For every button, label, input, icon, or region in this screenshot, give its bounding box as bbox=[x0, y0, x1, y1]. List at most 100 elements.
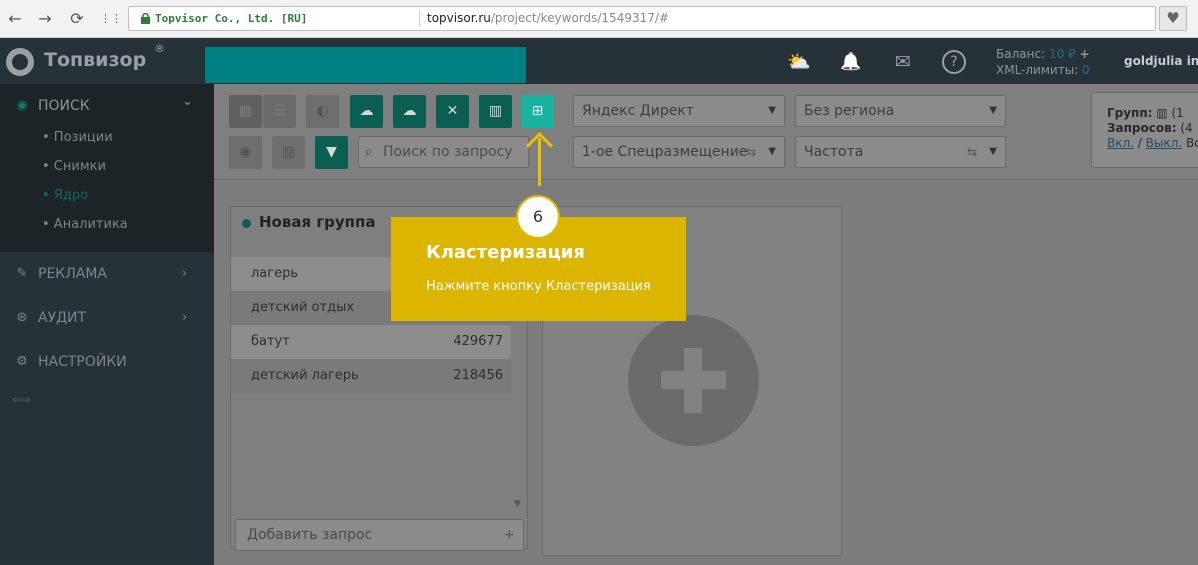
gear-icon: ⚙ bbox=[16, 354, 28, 369]
chevron-down-icon: ▼ bbox=[768, 146, 776, 157]
frequency-cell: 218456 bbox=[453, 368, 503, 383]
balance-add-icon[interactable]: + bbox=[1079, 47, 1089, 61]
groups-label: Групп: bbox=[1107, 106, 1153, 120]
sidebar-item-audit[interactable]: ⊛ АУДИТ › bbox=[0, 302, 214, 334]
queries-value: (4 bbox=[1180, 121, 1193, 135]
eye-icon: ◉ bbox=[16, 98, 28, 113]
refresh-icon: ⇆ bbox=[745, 145, 756, 159]
sidebar-sub-analytics[interactable]: • Аналитика bbox=[42, 217, 128, 232]
sidebar-item-settings[interactable]: ⚙ НАСТРОЙКИ bbox=[0, 346, 214, 378]
header-banner bbox=[205, 47, 526, 83]
app-root: ← → ⟳ ⋮⋮ Topvisor Co., Ltd. [RU] topviso… bbox=[0, 0, 1198, 565]
url-text: topvisor.ru/project/keywords/1549317/# bbox=[427, 7, 669, 30]
xml-value[interactable]: 0 bbox=[1082, 63, 1090, 77]
cloud-upload-icon[interactable]: ☁ bbox=[350, 95, 383, 128]
enable-all-link[interactable]: Вкл. bbox=[1107, 136, 1134, 150]
disable-all-link[interactable]: Выкл. bbox=[1146, 136, 1182, 150]
plus-vertical bbox=[684, 348, 702, 413]
sidebar-item-ads[interactable]: ✎ РЕКЛАМА › bbox=[0, 258, 214, 290]
sidebar-sub-core[interactable]: • Ядро bbox=[42, 188, 88, 203]
weather-icon[interactable]: ⛅ bbox=[786, 50, 812, 74]
bar-chart-icon: ▥ bbox=[1156, 106, 1168, 120]
chevron-down-icon: ▼ bbox=[768, 105, 776, 116]
address-bar[interactable]: Topvisor Co., Ltd. [RU] topvisor.ru/proj… bbox=[128, 6, 1156, 31]
list-view-icon[interactable]: ☰ bbox=[263, 95, 296, 128]
bell-icon[interactable]: 🔔 bbox=[838, 50, 864, 74]
reload-icon[interactable]: ⟳ bbox=[66, 8, 88, 30]
sidebar-sub-positions[interactable]: • Позиции bbox=[42, 130, 113, 145]
group-title[interactable]: Новая группа bbox=[259, 213, 376, 231]
frequency-cell: 429677 bbox=[453, 334, 503, 349]
engine-value: Яндекс Директ bbox=[582, 103, 694, 119]
toggle-icon[interactable]: ◐ bbox=[306, 95, 339, 128]
lock-icon bbox=[141, 13, 150, 24]
balance-value[interactable]: 10 ₽ bbox=[1049, 47, 1076, 61]
add-group-plus-icon[interactable] bbox=[628, 315, 759, 446]
mail-icon[interactable]: ✉ bbox=[890, 50, 916, 74]
region-value: Без региона bbox=[804, 103, 895, 119]
scroll-down-icon[interactable]: ▼ bbox=[514, 499, 521, 509]
help-icon[interactable]: ? bbox=[942, 50, 966, 74]
lifebuoy-icon: ⊛ bbox=[16, 310, 28, 325]
groups-value: (1 bbox=[1171, 106, 1184, 120]
search-icon: ⌕ bbox=[365, 144, 373, 160]
metric-value: Частота bbox=[804, 144, 864, 160]
add-query-input[interactable]: Добавить запрос + bbox=[235, 519, 524, 551]
search-placeholder: Поиск по запросу bbox=[383, 144, 513, 160]
logo-text: Топвизор bbox=[44, 49, 147, 71]
refresh-icon: ⇆ bbox=[966, 145, 977, 159]
sidebar-collapse-icon[interactable]: ⟺ bbox=[12, 393, 31, 408]
grid-view-icon[interactable]: ▦ bbox=[229, 95, 262, 128]
balance-panel: Баланс: 10 ₽ + XML-лимиты: 0 bbox=[996, 46, 1090, 78]
chevron-down-icon: ▼ bbox=[989, 146, 997, 157]
back-icon[interactable]: ← bbox=[4, 8, 26, 30]
sidebar-item-search[interactable]: ◉ ПОИСК ⌄ bbox=[0, 90, 214, 122]
url-host: topvisor.ru bbox=[427, 11, 491, 25]
favorite-icon[interactable]: ♥ bbox=[1159, 6, 1187, 31]
position-select[interactable]: 1-ое Спецразмещение ⇆ ▼ bbox=[573, 136, 785, 168]
chart-icon[interactable]: ▥ bbox=[479, 95, 512, 128]
browser-toolbar: ← → ⟳ ⋮⋮ Topvisor Co., Ltd. [RU] topviso… bbox=[0, 0, 1198, 38]
table-row[interactable]: детский лагерь 218456 bbox=[231, 359, 511, 393]
user-name[interactable]: goldjulia inbo bbox=[1124, 54, 1198, 68]
tutorial-text: Нажмите кнопку Кластеризация bbox=[426, 279, 651, 294]
sidebar-section-search: ◉ ПОИСК ⌄ • Позиции • Снимки • Ядро • Ан… bbox=[0, 84, 214, 252]
summary-panel: Групп: ▥ (1 Запросов: (4 Вкл. / Выкл. Вс… bbox=[1091, 92, 1198, 168]
tutorial-title: Кластеризация bbox=[426, 242, 585, 263]
logo-registered: ® bbox=[154, 42, 165, 55]
app-header: Топвизор ® ⛅ 🔔 ✉ ? Баланс: 10 ₽ + XML-ли… bbox=[0, 38, 1198, 84]
group-status-dot bbox=[242, 219, 251, 228]
logo-mark-icon bbox=[6, 48, 34, 76]
table-row[interactable]: батут 429677 bbox=[231, 325, 511, 359]
forward-icon[interactable]: → bbox=[34, 8, 56, 30]
cloud-download-icon[interactable]: ☁ bbox=[393, 95, 426, 128]
chevron-right-icon: › bbox=[182, 266, 188, 281]
keywords-toolbar: ▦ ☰ ◐ ☁ ☁ ✕ ▥ ⊞ ◉ ▥ ▼ ⌕ Поиск по запросу… bbox=[214, 84, 1198, 180]
sidebar-item-label: РЕКЛАМА bbox=[38, 266, 107, 282]
apps-icon[interactable]: ⋮⋮ bbox=[100, 8, 122, 30]
sidebar-sub-snapshots[interactable]: • Снимки bbox=[42, 159, 106, 174]
engine-select[interactable]: Яндекс Директ ▼ bbox=[573, 95, 785, 127]
site-identity: Topvisor Co., Ltd. [RU] bbox=[155, 12, 308, 25]
url-divider bbox=[419, 11, 420, 26]
sidebar-item-label: ПОИСК bbox=[38, 98, 90, 114]
clusterize-icon[interactable]: ⊞ bbox=[521, 95, 554, 128]
search-input[interactable]: ⌕ Поиск по запросу bbox=[358, 136, 529, 168]
balance-label: Баланс: bbox=[996, 47, 1046, 61]
chevron-right-icon: › bbox=[182, 310, 188, 325]
metric-select[interactable]: Частота ⇆ ▼ bbox=[795, 136, 1006, 168]
chevron-down-icon: ▼ bbox=[989, 105, 997, 116]
all-link[interactable]: Все bbox=[1186, 136, 1198, 150]
filter-icon[interactable]: ▼ bbox=[315, 136, 348, 169]
chevron-down-icon: ⌄ bbox=[182, 94, 193, 109]
trash-icon[interactable]: ▥ bbox=[272, 136, 305, 169]
plus-icon[interactable]: + bbox=[503, 520, 515, 550]
expand-icon[interactable]: ✕ bbox=[436, 95, 469, 128]
region-select[interactable]: Без региона ▼ bbox=[795, 95, 1006, 127]
tutorial-step-badge: 6 bbox=[518, 197, 558, 237]
sidebar-item-label: АУДИТ bbox=[38, 310, 87, 326]
url-path: /project/keywords/1549317/# bbox=[490, 11, 669, 25]
sidebar: ◉ ПОИСК ⌄ • Позиции • Снимки • Ядро • Ан… bbox=[0, 84, 214, 565]
keyword-cell: лагерь bbox=[251, 266, 299, 281]
eye-toggle-icon[interactable]: ◉ bbox=[229, 136, 262, 169]
